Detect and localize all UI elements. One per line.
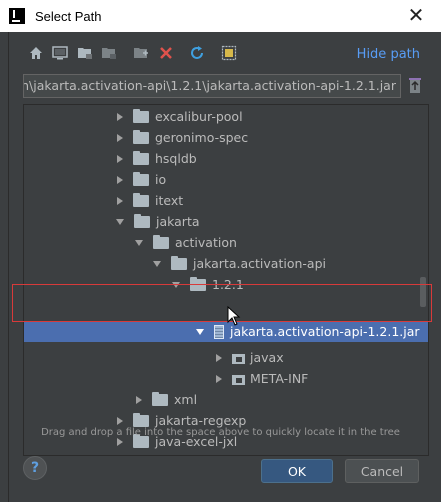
collapse-arrow-icon[interactable] — [196, 328, 204, 335]
tree-node-label: excalibur-pool — [155, 109, 243, 124]
expand-arrow-icon[interactable] — [117, 112, 123, 121]
tree-node-meta-inf[interactable]: META-INF — [24, 368, 428, 389]
refresh-icon[interactable] — [188, 44, 206, 62]
expand-arrow-icon[interactable] — [136, 395, 142, 404]
tree-node-1-2-1[interactable]: 1.2.1 — [24, 274, 428, 295]
expand-arrow-icon[interactable] — [117, 133, 123, 142]
package-icon — [232, 352, 246, 364]
jar-file-icon — [214, 324, 224, 339]
intellij-logo-icon — [9, 8, 25, 24]
tree-node-io[interactable]: io — [24, 169, 428, 190]
expand-arrow-icon[interactable] — [117, 437, 123, 446]
new-folder-icon[interactable] — [132, 44, 150, 62]
tree-node-excalibur-pool[interactable]: excalibur-pool — [24, 106, 428, 127]
tree-node-label: hsqldb — [155, 151, 197, 166]
module-icon[interactable] — [100, 44, 118, 62]
expand-arrow-icon[interactable] — [117, 154, 123, 163]
desktop-icon[interactable] — [51, 44, 69, 62]
dialog-title: Select Path — [35, 8, 102, 24]
tree-node-geronimo-spec[interactable]: geronimo-spec — [24, 127, 428, 148]
collapse-arrow-icon[interactable] — [135, 239, 143, 246]
file-tree[interactable]: excalibur-pool geronimo-spec hsqldb io i — [23, 104, 429, 456]
folder-icon — [190, 276, 206, 291]
hide-path-link[interactable]: Hide path — [357, 47, 420, 62]
drag-drop-hint: Drag and drop a file into the space abov… — [41, 427, 400, 438]
folder-icon — [134, 213, 150, 228]
folder-icon — [171, 255, 187, 270]
tree-node-label: itext — [155, 193, 184, 208]
folder-icon — [133, 171, 149, 186]
folder-icon — [153, 234, 169, 249]
tree-node-javax[interactable]: javax — [24, 347, 428, 368]
tree-node-jakarta-activation-api[interactable]: jakarta.activation-api — [24, 253, 428, 274]
tree-node-jakarta[interactable]: jakarta — [24, 211, 428, 232]
folder-icon — [152, 391, 168, 406]
tree-node-label: jakarta.activation-api — [193, 256, 326, 271]
package-icon — [232, 373, 246, 385]
project-icon[interactable] — [76, 44, 94, 62]
path-input[interactable]: ation\jakarta.activation-api\1.2.1\jakar… — [23, 74, 401, 98]
tree-node-label: META-INF — [250, 371, 309, 386]
ok-button[interactable]: OK — [261, 459, 333, 483]
tree-node-label: javax — [250, 350, 284, 365]
folder-icon — [133, 192, 149, 207]
title-bar: Select Path ✕ — [0, 0, 441, 32]
expand-arrow-icon[interactable] — [117, 175, 123, 184]
path-history-icon[interactable] — [408, 77, 424, 95]
folder-icon — [133, 108, 149, 123]
collapse-arrow-icon[interactable] — [172, 281, 180, 288]
delete-icon[interactable] — [157, 44, 175, 62]
tree-node-itext[interactable]: itext — [24, 190, 428, 211]
tree-node-label: jakarta — [156, 214, 200, 229]
help-button[interactable]: ? — [23, 456, 47, 480]
expand-arrow-icon[interactable] — [216, 374, 222, 383]
tree-node-label: 1.2.1 — [212, 277, 244, 292]
tree-node-hsqldb[interactable]: hsqldb — [24, 148, 428, 169]
folder-icon — [133, 150, 149, 165]
tree-node-label: geronimo-spec — [155, 130, 249, 145]
tree-node-jar-selected[interactable]: jakarta.activation-api-1.2.1.jar — [24, 321, 428, 342]
tree-scrollbar-thumb[interactable] — [420, 277, 426, 307]
close-button[interactable]: ✕ — [405, 4, 427, 26]
expand-arrow-icon[interactable] — [117, 416, 123, 425]
collapse-arrow-icon[interactable] — [153, 260, 161, 267]
tree-node-label: io — [155, 172, 167, 187]
folder-icon — [133, 129, 149, 144]
mouse-cursor-icon — [227, 306, 241, 326]
home-icon[interactable] — [27, 44, 45, 62]
tree-node-activation[interactable]: activation — [24, 232, 428, 253]
tree-node-xml[interactable]: xml — [24, 389, 428, 410]
tree-node-label: jakarta.activation-api-1.2.1.jar — [230, 324, 420, 339]
folder-icon — [133, 412, 149, 427]
toolbar: Hide path — [9, 32, 432, 76]
collapse-arrow-icon[interactable] — [116, 218, 124, 225]
show-hidden-icon[interactable] — [220, 44, 238, 62]
tree-node-label: activation — [175, 235, 237, 250]
tree-node-label: xml — [174, 392, 198, 407]
expand-arrow-icon[interactable] — [117, 196, 123, 205]
cancel-button[interactable]: Cancel — [345, 459, 419, 483]
expand-arrow-icon[interactable] — [216, 353, 222, 362]
dialog-body: Hide path ation\jakarta.activation-api\1… — [9, 32, 432, 502]
tree-node-label: jakarta-regexp — [155, 413, 247, 428]
path-value: ation\jakarta.activation-api\1.2.1\jakar… — [23, 78, 396, 93]
select-path-dialog: Select Path ✕ Hide path ation\jakarta.ac… — [0, 0, 441, 502]
